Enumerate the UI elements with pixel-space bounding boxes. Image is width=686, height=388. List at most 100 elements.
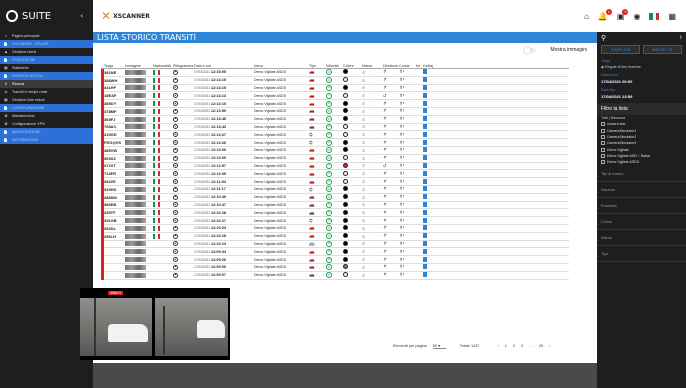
table-row[interactable]: ▲ 17/04/2021 12:09:34 Demo Vigilate ASDS 🚗 1… [101,248,569,257]
tab-none[interactable]: Nessuna [611,116,625,120]
detail-file-icon[interactable] [423,272,427,278]
page-last[interactable]: 29 [539,344,543,348]
plate-thumbnail[interactable] [125,69,146,75]
detail-file-icon[interactable] [423,100,427,106]
plate-thumbnail[interactable] [125,233,146,239]
detail-file-icon[interactable] [423,225,427,231]
column-header[interactable]: Pittogramma [173,64,194,68]
column-header[interactable]: Ke [416,64,423,68]
table-row[interactable]: ▲ 17/04/2021 12:09:09 Demo Vigilate ASDS 🚗 1… [101,264,569,272]
sidebar-item[interactable]: ⊙ Transiti in tempo reale [0,88,93,96]
sidebar-item[interactable]: ✎MANUTENZIONE⌃ [0,128,93,136]
checkbox-icon[interactable] [601,147,605,152]
chevron-icon[interactable]: ⌃ [4,106,8,110]
sidebar-item[interactable]: ⚲RICERCA VEICOLI⌃ [0,72,93,80]
table-row[interactable]: ▲ 17/04/2021 12:09:07 Demo Vigilate ASDS 🚗 1… [101,272,569,280]
plate-thumbnail[interactable] [125,77,146,83]
sidebar-item[interactable]: ⌂ Pagina principale [0,32,93,40]
notification-bell-icon[interactable]: 🔔 1 [598,8,612,21]
plate-thumbnail[interactable] [125,202,146,208]
detail-file-icon[interactable] [423,147,427,153]
column-header[interactable]: Colore [343,64,362,68]
detail-file-icon[interactable] [423,170,427,176]
chevron-icon[interactable]: ⌃ [4,130,8,134]
plate-thumbnail[interactable] [125,93,146,99]
detail-file-icon[interactable] [423,201,427,207]
page-3[interactable]: 3 [521,344,523,348]
apply-button[interactable]: ⚟ APPLICA [601,45,640,54]
checkbox-icon[interactable] [601,122,605,127]
table-row[interactable]: 369FJ ▲ 17/04/2021 12:13:45 Demo Vigilate A… [101,116,569,124]
plate-thumbnail[interactable] [125,101,146,107]
italy-flag-icon[interactable] [649,12,660,20]
table-row[interactable]: 714FR ▲ 17/04/2021 12:12:05 Demo Vigilate A… [101,170,569,179]
plate-thumbnail[interactable] [125,163,146,169]
chevron-icon[interactable]: ⌃ [4,42,8,46]
filter-section[interactable]: Colore [597,214,686,230]
checkbox-icon[interactable] [601,160,605,165]
table-row[interactable]: 341HF ▲ 17/04/2021 12:14:15 Demo Vigilate A… [101,84,569,93]
table-row[interactable]: FEG@0S ▲ 17/04/2021 12:13:26 Demo Vigilate … [101,139,569,147]
column-header[interactable]: Marca [362,64,383,68]
apps-grid-icon[interactable]: ▦ [668,12,676,21]
table-row[interactable]: 396LH ▲ 17/04/2021 12:10:18 Demo Vigilate A… [101,233,569,241]
detail-file-icon[interactable] [423,84,427,90]
sidebar-item[interactable]: ▼STATISTICHE⌃ [0,56,93,64]
detail-file-icon[interactable] [423,178,427,184]
column-header[interactable]: Nazionalità [153,64,173,68]
plate-thumbnail[interactable] [125,155,146,161]
plate-thumbnail[interactable] [125,147,146,153]
next-page-icon[interactable]: › [549,344,550,348]
detail-file-icon[interactable] [423,116,427,122]
plate-thumbnail[interactable] [125,225,146,231]
detail-file-icon[interactable] [423,131,427,137]
detail-file-icon[interactable] [423,240,427,246]
column-header[interactable]: Corsia [399,64,416,68]
detail-file-icon[interactable] [423,139,427,145]
sidebar-item[interactable]: ▤ Statistiche [0,64,93,72]
plate-thumbnail[interactable] [125,186,146,192]
column-header[interactable]: Tipo [309,64,326,68]
plate-thumbnail[interactable] [125,140,146,146]
plate-thumbnail[interactable] [125,116,146,122]
messages-icon[interactable]: ▣ 3 [617,8,629,21]
detail-file-icon[interactable] [423,233,427,239]
plate-thumbnail[interactable] [125,272,146,278]
show-images-toggle[interactable]: Mostra immagini [524,46,587,54]
plate-thumbnail[interactable] [125,218,146,224]
chevron-icon[interactable]: ⌃ [4,74,8,78]
detail-file-icon[interactable] [423,248,427,254]
table-row[interactable]: 320HD ▲ 17/04/2021 12:11:17 Demo Vigilate A… [101,186,569,194]
filter-section[interactable]: Marca [597,230,686,246]
table-row[interactable]: 391GB ▲ 17/04/2021 12:10:27 Demo Vigilate A… [101,217,569,225]
plate-thumbnail[interactable] [125,132,146,138]
page-1[interactable]: 1 [505,344,507,348]
column-header[interactable]: Data e ora [194,64,254,68]
plate-thumbnail[interactable] [125,124,146,130]
detail-file-icon[interactable] [423,186,427,192]
home-icon[interactable]: ⌂ [584,12,589,21]
sidebar-item[interactable]: ⚲ Ricerca [0,80,93,88]
checkbox-icon[interactable] [601,128,605,133]
detail-file-icon[interactable] [423,69,427,75]
per-page-select[interactable]: 50 ▾ [432,343,446,349]
column-header[interactable]: Velocità [326,64,343,68]
filter-section[interactable]: Tipo [597,246,686,262]
column-header[interactable]: Targa [101,64,125,68]
table-row[interactable]: ▲ 17/04/2021 12:10:13 Demo Vigilate ASDS 🚌 1… [101,240,569,249]
plate-thumbnail[interactable] [125,85,146,91]
checkbox-icon[interactable] [601,141,605,146]
chevron-icon[interactable]: ⌃ [4,58,8,62]
table-row[interactable]: 18EAF ▲ 17/04/2021 12:14:13 Demo Vigilate A… [101,92,569,101]
date-from-field[interactable]: 17/04/2021 00:00 [597,78,686,85]
detail-file-icon[interactable] [423,209,427,215]
table-row[interactable]: 385VW ▲ 17/04/2021 12:13:06 Demo Vigilate A… [101,147,569,155]
column-header[interactable]: Varco [254,64,309,68]
table-row[interactable]: 386EB ▲ 17/04/2021 12:10:47 Demo Vigilate A… [101,201,569,210]
detail-file-icon[interactable] [423,194,427,200]
tab-all[interactable]: Tutti [601,116,608,120]
table-row[interactable]: 381NE ▲ 17/04/2021 12:15:05 Demo Vigilate A… [101,69,569,77]
table-row[interactable]: 309XZ ▲ 17/04/2021 12:13:00 Demo Vigilate A… [101,155,569,163]
detail-file-icon[interactable] [423,155,427,161]
reset-button[interactable]: ⊗ RESETTA [643,45,682,54]
